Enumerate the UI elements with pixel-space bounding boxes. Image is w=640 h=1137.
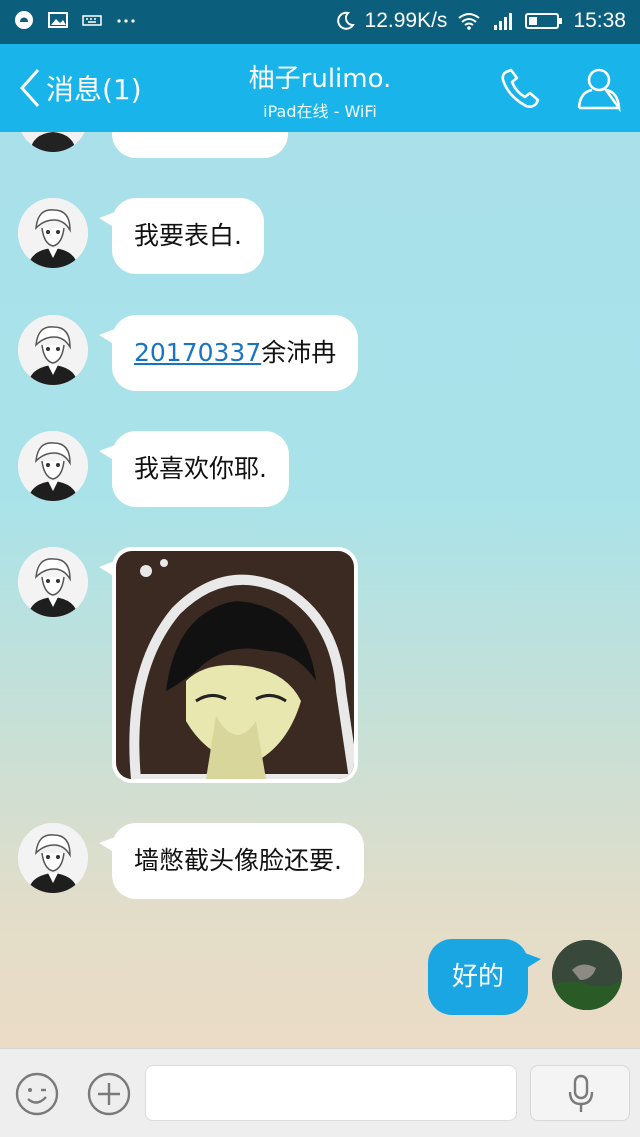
friend-avatar[interactable] [18, 547, 88, 617]
friend-avatar[interactable] [18, 431, 88, 501]
wifi-icon [458, 13, 481, 30]
anime-boy-avatar-icon [18, 132, 88, 152]
message-bubble-clipped[interactable] [112, 132, 288, 158]
call-button[interactable] [496, 66, 546, 112]
more-actions-button[interactable] [86, 1071, 132, 1117]
anime-boy-avatar-icon [18, 198, 88, 268]
moon-icon [336, 11, 355, 30]
my-message-bubble[interactable]: 好的 [428, 939, 541, 1015]
bubble-tail [99, 329, 115, 345]
emoji-button[interactable] [14, 1071, 60, 1117]
message-bubble[interactable]: 我要表白. [99, 198, 264, 274]
anime-boy-avatar-icon [18, 315, 88, 385]
friend-avatar[interactable] [18, 315, 88, 385]
net-speed: 12.99K/s [364, 9, 448, 32]
message-bubble[interactable]: 墙憋截头像脸还要. [99, 823, 364, 899]
message-text: 墙憋截头像脸还要. [134, 846, 342, 875]
anime-sticker-image [116, 551, 354, 779]
keyboard-icon [82, 15, 102, 26]
plus-circle-icon [87, 1072, 131, 1116]
image-icon [48, 12, 68, 28]
anime-boy-avatar-icon [18, 823, 88, 893]
more-dots-icon [117, 19, 135, 23]
message-input[interactable] [145, 1065, 517, 1121]
user-icon [577, 68, 621, 113]
message-bubble[interactable]: 我喜欢你耶. [99, 431, 289, 507]
input-bar [0, 1048, 640, 1137]
smiley-icon [15, 1072, 59, 1116]
signal-icon [494, 13, 513, 30]
friend-avatar[interactable] [18, 823, 88, 893]
message-bubble[interactable]: 20170337余沛冉 [99, 315, 359, 391]
my-avatar[interactable] [552, 940, 622, 1010]
bubble-tail [525, 953, 541, 969]
phone-icon [501, 68, 540, 108]
clock: 15:38 [573, 9, 626, 32]
image-message[interactable] [99, 547, 358, 783]
chat-header: 消息(1) 柚子rulimo. iPad在线 - WiFi [0, 44, 640, 132]
profile-button[interactable] [574, 66, 624, 113]
friend-avatar[interactable] [18, 132, 88, 152]
qq-icon [15, 11, 33, 29]
status-bar: 12.99K/s 15:38 [0, 0, 640, 44]
message-text: 我喜欢你耶. [134, 454, 267, 483]
message-text: 余沛冉 [261, 338, 337, 367]
message-text: 我要表白. [134, 221, 242, 250]
battery-icon [525, 13, 563, 29]
bubble-tail [99, 561, 115, 577]
message-text: 好的 [451, 962, 504, 992]
bubble-tail [99, 445, 115, 461]
friend-avatar[interactable] [18, 198, 88, 268]
anime-boy-avatar-icon [18, 431, 88, 501]
bubble-tail [99, 837, 115, 853]
anime-boy-avatar-icon [18, 547, 88, 617]
phone-number-link[interactable]: 20170337 [134, 338, 261, 367]
message-list[interactable]: 我要表白. 20170337余沛冉 我喜欢你耶. 墙憋截头像脸还要. 好的 [0, 132, 640, 1048]
voice-button[interactable] [530, 1065, 630, 1121]
bubble-tail [99, 212, 115, 228]
grass-avatar-icon [552, 940, 622, 1010]
microphone-icon [568, 1074, 594, 1112]
